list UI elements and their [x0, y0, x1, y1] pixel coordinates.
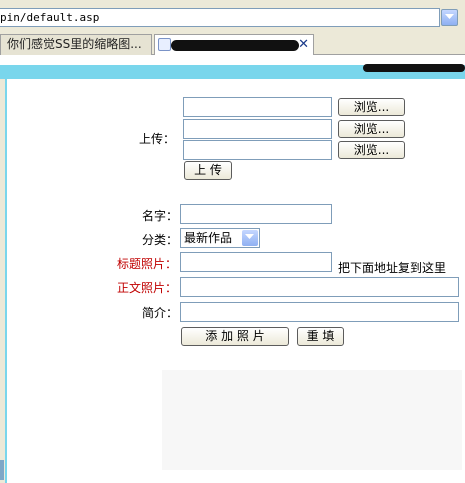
address-dropdown-button[interactable] — [441, 9, 458, 26]
tab-thumbnail-thread[interactable]: 你们感觉SS里的缩略图... — [0, 34, 152, 55]
address-bar: pin/default.asp — [0, 0, 465, 32]
add-photo-button[interactable]: 添 加 照 片 — [181, 327, 289, 346]
upload-file-input-3[interactable] — [183, 140, 332, 160]
page-favicon-icon — [158, 38, 171, 51]
browse-button-2[interactable]: 浏览... — [338, 120, 405, 138]
category-selected-value: 最新作品 — [184, 231, 233, 245]
browse-button-1[interactable]: 浏览... — [338, 98, 405, 116]
tab-bar: 你们感觉SS里的缩略图... ✕ — [0, 33, 465, 55]
title-photo-input[interactable] — [180, 252, 332, 272]
preview-area — [162, 370, 462, 470]
intro-input[interactable] — [180, 302, 459, 322]
reset-button[interactable]: 重 填 — [297, 327, 344, 346]
upload-label: 上传： — [139, 132, 176, 146]
page-banner — [0, 55, 465, 79]
tab-current-page[interactable]: ✕ — [154, 34, 314, 55]
body-photo-label: 正文照片： — [117, 281, 178, 295]
chevron-down-icon — [445, 14, 454, 19]
banner-text-redacted — [363, 64, 465, 72]
browse-button-3[interactable]: 浏览... — [338, 141, 405, 159]
name-label: 名字： — [142, 209, 179, 223]
url-field[interactable]: pin/default.asp — [0, 8, 440, 27]
upload-button[interactable]: 上 传 — [184, 161, 232, 180]
upload-file-input-2[interactable] — [183, 119, 332, 139]
tab-title-redacted — [171, 40, 299, 51]
left-edge-indicator — [0, 460, 4, 480]
title-photo-label: 标题照片： — [117, 257, 178, 271]
category-dropdown-button[interactable] — [242, 230, 258, 246]
body-photo-input[interactable] — [180, 277, 459, 297]
copy-address-hint: 把下面地址复到这里 — [338, 261, 447, 275]
intro-label: 简介： — [142, 306, 179, 320]
close-tab-icon[interactable]: ✕ — [298, 35, 309, 54]
name-input[interactable] — [180, 204, 332, 224]
chevron-down-icon — [245, 234, 254, 239]
upload-file-input-1[interactable] — [183, 97, 332, 117]
category-label: 分类： — [142, 233, 179, 247]
category-select[interactable]: 最新作品 — [180, 228, 260, 248]
form-area: 上传： 浏览... 浏览... 浏览... 上 传 名字： 分类： 最新作品 标… — [5, 79, 465, 483]
